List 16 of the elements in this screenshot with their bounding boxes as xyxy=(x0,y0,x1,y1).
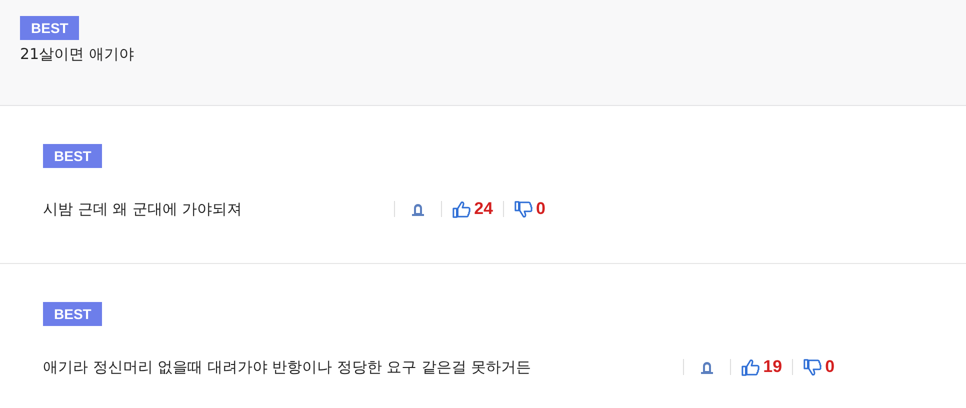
comment-text: 시밤 근데 왜 군대에 가야되져 xyxy=(43,200,242,218)
thumbs-down-icon xyxy=(514,200,533,218)
comment-text: 애기라 정신머리 없을때 대려가야 반항이나 정당한 요구 같은걸 못하거든 xyxy=(43,358,532,376)
thumbs-down-icon xyxy=(803,358,822,376)
best-badge: BEST xyxy=(20,16,80,40)
siren-icon[interactable] xyxy=(411,202,426,216)
thumbs-up-icon xyxy=(741,358,760,376)
best-badge: BEST xyxy=(43,302,102,326)
comment-text: 21살이면 애기야 xyxy=(20,45,135,64)
thumbs-up-icon xyxy=(452,200,472,218)
like-button[interactable]: 24 xyxy=(452,199,493,219)
siren-icon[interactable] xyxy=(700,360,714,374)
best-badge: BEST xyxy=(43,144,102,168)
like-button[interactable]: 19 xyxy=(741,357,782,377)
dislike-button[interactable]: 0 xyxy=(514,199,546,219)
dislike-button[interactable]: 0 xyxy=(803,357,835,377)
